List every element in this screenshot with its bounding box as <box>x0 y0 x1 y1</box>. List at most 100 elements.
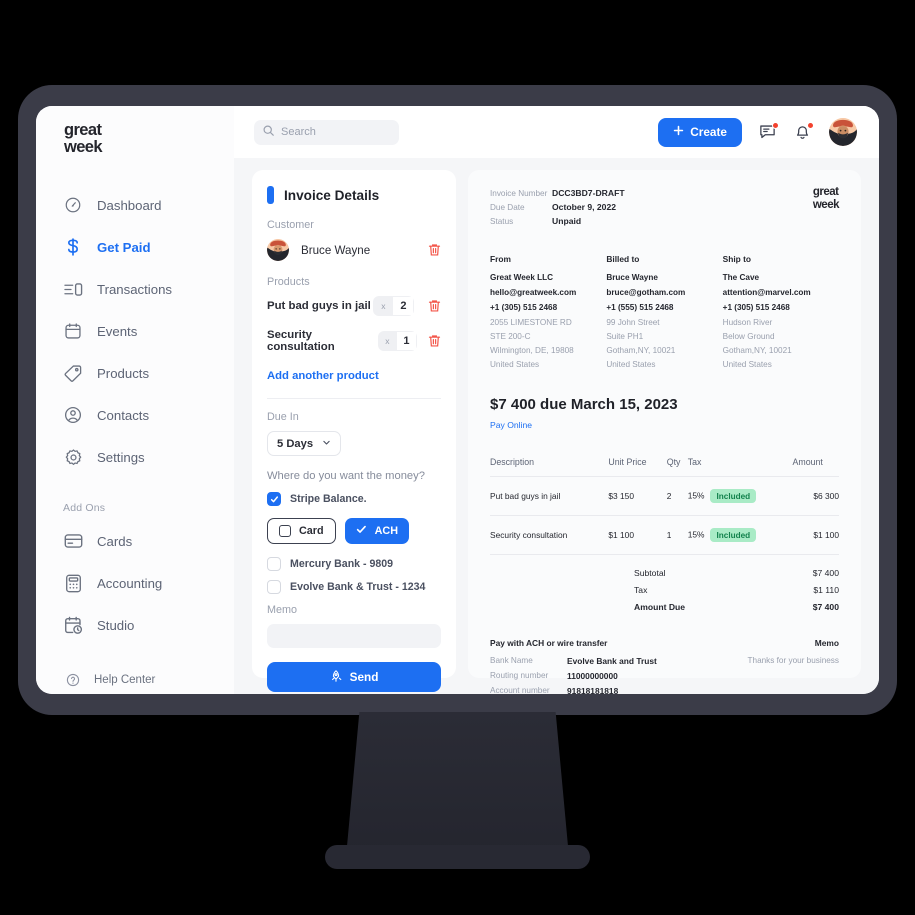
address-heading: From <box>490 254 511 264</box>
sidebar-item-transactions[interactable]: Transactions <box>50 268 220 310</box>
messages-button[interactable] <box>759 122 779 141</box>
address-email: hello@greatweek.com <box>490 288 577 297</box>
card-icon <box>63 531 83 551</box>
address-line: Below Ground <box>722 332 775 341</box>
monitor-base <box>325 845 590 869</box>
card-label: Card <box>299 525 324 537</box>
table-row: Put bad guys in jail $3 150 2 15% Include… <box>490 476 839 516</box>
sidebar-group-label: Add Ons <box>63 502 106 514</box>
memo-input[interactable] <box>267 624 441 648</box>
invoice-meta-key: Status <box>490 217 514 226</box>
column-header-tax: Tax <box>687 457 793 477</box>
money-destination-label: Where do you want the money? <box>267 470 425 482</box>
address-heading: Billed to <box>606 254 640 264</box>
delete-product-icon[interactable] <box>428 334 441 348</box>
add-another-product-link[interactable]: Add another product <box>267 370 379 382</box>
invoice-meta-row: Due Date October 9, 2022 <box>490 202 839 212</box>
quantity-stepper[interactable]: x 2 <box>373 296 415 316</box>
sidebar-item-label: Events <box>97 323 138 339</box>
sidebar-item-label: Contacts <box>97 407 150 423</box>
payment-method-ach[interactable]: ACH <box>344 518 410 544</box>
customer-row: Bruce Wayne <box>267 239 441 261</box>
cell-description: Security consultation <box>490 515 609 555</box>
quantity-stepper[interactable]: x 1 <box>377 331 417 351</box>
product-row: Put bad guys in jail x 2 <box>267 296 441 316</box>
address-line: Hudson River <box>722 318 773 327</box>
address-ship-to: Ship to The Cave attention@marvel.com +1… <box>723 254 839 374</box>
create-button[interactable]: Create <box>658 117 742 147</box>
help-center-link[interactable]: Help Center <box>36 670 234 690</box>
search-box[interactable] <box>254 119 399 145</box>
invoice-footer: Pay with ACH or wire transfer Bank Name … <box>490 638 839 694</box>
total-row-tax: Tax $1 110 <box>634 585 839 595</box>
status-badge: Unpaid <box>552 216 582 226</box>
bank-label: Mercury Bank - 9809 <box>290 558 394 570</box>
payment-method-card[interactable]: Card <box>267 518 336 544</box>
bank-label: Evolve Bank & Trust - 1234 <box>290 581 426 593</box>
sidebar-item-get-paid[interactable]: Get Paid <box>50 226 220 268</box>
delete-customer-icon[interactable] <box>428 243 441 257</box>
due-in-select[interactable]: 5 Days <box>267 431 342 456</box>
logo-line-2: week <box>64 138 103 156</box>
table-row: Security consultation $1 100 1 15% Includ… <box>490 515 839 555</box>
bank-checkbox[interactable] <box>267 557 281 571</box>
sidebar-item-accounting[interactable]: Accounting <box>50 562 220 604</box>
notifications-button[interactable] <box>794 122 814 141</box>
payment-method-toggles: Card ACH <box>267 518 441 544</box>
quantity-value[interactable]: 1 <box>396 331 417 351</box>
bank-option-row[interactable]: Evolve Bank & Trust - 1234 <box>267 580 441 594</box>
column-header-unit-price: Unit Price <box>608 457 667 477</box>
tag-icon <box>63 363 83 383</box>
search-input[interactable] <box>281 126 390 138</box>
sidebar-item-settings[interactable]: Settings <box>50 436 220 478</box>
bank-option-row[interactable]: Mercury Bank - 9809 <box>267 557 441 571</box>
invoice-meta-value: October 9, 2022 <box>552 202 617 212</box>
sidebar-item-label: Settings <box>97 449 145 465</box>
column-header-qty: Qty <box>666 457 688 477</box>
stripe-balance-checkbox[interactable] <box>267 492 281 506</box>
invoice-meta-key: Due Date <box>490 203 525 212</box>
address-heading: Ship to <box>722 254 752 264</box>
panel-title: Invoice Details <box>284 187 380 203</box>
sidebar-item-label: Dashboard <box>97 197 162 213</box>
address-phone: +1 (305) 515 2468 <box>490 303 558 312</box>
sidebar-item-cards[interactable]: Cards <box>50 520 220 562</box>
memo-text: Thanks for your business <box>747 656 839 665</box>
invoice-meta-row: Invoice Number DCC3BD7-DRAFT <box>490 188 839 198</box>
avatar[interactable] <box>829 118 857 146</box>
address-line: 2055 LIMESTONE RD <box>490 318 572 327</box>
sidebar-item-studio[interactable]: Studio <box>50 604 220 646</box>
bank-detail-value: 11000000000 <box>567 671 618 681</box>
address-block: From Great Week LLC hello@greatweek.com … <box>490 254 839 374</box>
address-line: Suite PH1 <box>606 332 644 341</box>
address-line: Gotham,NY, 10021 <box>606 346 676 355</box>
cell-unit-price: $3 150 <box>608 476 667 516</box>
quantity-x: x <box>373 296 394 316</box>
sidebar-item-dashboard[interactable]: Dashboard <box>50 184 220 226</box>
sidebar-item-products[interactable]: Products <box>50 352 220 394</box>
total-label: Amount Due <box>634 602 686 612</box>
pay-online-link[interactable]: Pay Online <box>490 420 532 430</box>
screen: great week Dashboard Get Paid Transactio… <box>36 106 879 694</box>
stripe-balance-row[interactable]: Stripe Balance. <box>267 492 441 506</box>
sidebar-item-events[interactable]: Events <box>50 310 220 352</box>
amount-due-headline: $7 400 due March 15, 2023 <box>490 396 678 413</box>
totals-block: Subtotal $7 400 Tax $1 110 Amount Due $7… <box>634 568 839 612</box>
address-line: Wilmington, DE, 19808 <box>490 346 574 355</box>
invoice-meta: Invoice Number DCC3BD7-DRAFT Due Date Oc… <box>490 188 839 226</box>
calendar-icon <box>63 321 83 341</box>
quantity-value[interactable]: 2 <box>393 296 415 316</box>
bank-checkbox[interactable] <box>267 580 281 594</box>
total-row-subtotal: Subtotal $7 400 <box>634 568 839 578</box>
cell-tax: 15% Included <box>687 515 793 555</box>
address-phone: +1 (305) 515 2468 <box>722 303 790 312</box>
cell-amount: $1 100 <box>792 515 839 555</box>
addons-nav: Cards Accounting Studio <box>36 520 234 646</box>
customer-label: Customer <box>267 219 314 231</box>
delete-product-icon[interactable] <box>428 299 441 313</box>
address-line: Gotham,NY, 10021 <box>722 346 792 355</box>
send-button[interactable]: Send <box>267 662 441 692</box>
sidebar-item-contacts[interactable]: Contacts <box>50 394 220 436</box>
logo-line-1: great <box>64 121 102 139</box>
bank-detail-row: Routing number 11000000000 <box>490 671 748 681</box>
